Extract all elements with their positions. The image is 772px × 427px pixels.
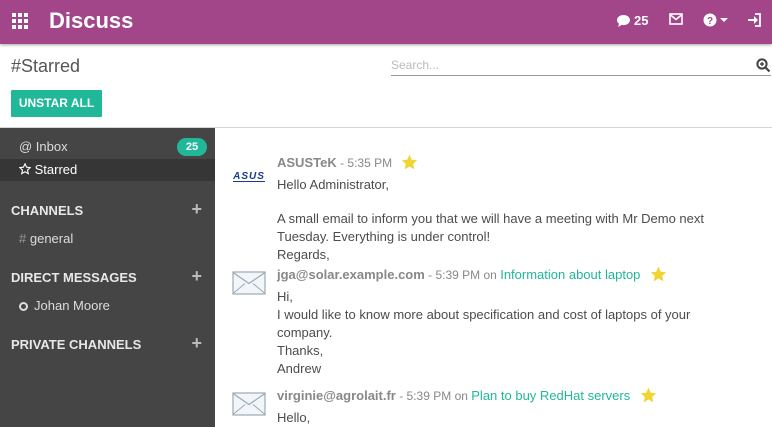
question-circle-icon: ?: [703, 13, 717, 27]
sidebar-item-starred[interactable]: Starred: [0, 159, 215, 181]
presence-status-icon: [19, 302, 28, 311]
message-counter: 25: [634, 13, 649, 28]
star-icon[interactable]: [640, 387, 657, 403]
mail-button[interactable]: [669, 13, 683, 25]
message-line: Hi,: [277, 289, 293, 304]
help-menu[interactable]: ?: [703, 13, 728, 27]
direct-messages-header[interactable]: DIRECT MESSAGES: [11, 270, 137, 285]
add-direct-message-icon[interactable]: +: [191, 267, 202, 285]
message-line: Regards,: [277, 247, 330, 262]
message-body: Hello Administrator, A small email to in…: [277, 176, 747, 264]
svg-text:ASUS: ASUS: [232, 171, 265, 182]
message-line: A small email to inform you that we will…: [277, 211, 705, 226]
star-outline-icon: [18, 162, 32, 175]
channels-header[interactable]: CHANNELS: [11, 203, 83, 218]
sidebar-item-label: general: [29, 231, 74, 246]
apps-menu-icon[interactable]: [12, 13, 29, 30]
sidebar-item-label: Johan Moore: [34, 298, 110, 313]
message-thread: ASUS ASUSTeK - 5:35 PM Hello Administrat…: [215, 128, 772, 427]
comments-icon: [617, 14, 630, 27]
star-icon[interactable]: [650, 266, 667, 282]
message-record-link[interactable]: Plan to buy RedHat servers: [471, 388, 630, 403]
sidebar-item-label: @ Inbox: [19, 139, 68, 154]
message-line: Tuesday. Everything is under control!: [277, 229, 491, 244]
envelope-icon: [669, 13, 683, 25]
sidebar-item-general[interactable]: # general: [19, 231, 73, 246]
message-date: - 5:39 PM on: [399, 389, 468, 403]
message-date: - 5:39 PM on: [428, 268, 497, 282]
message-line: Hello,: [277, 410, 311, 425]
envelope-avatar-icon[interactable]: [232, 390, 266, 418]
message-header: jga@solar.example.com - 5:39 PM on Infor…: [277, 266, 667, 282]
add-channel-icon[interactable]: +: [191, 200, 202, 218]
unstar-all-button[interactable]: UNSTAR ALL: [11, 90, 102, 117]
app-title[interactable]: Discuss: [49, 8, 133, 34]
search-icon[interactable]: [756, 58, 771, 73]
message-line: Hello Administrator,: [277, 177, 389, 192]
inbox-counter-badge: 25: [177, 138, 207, 156]
search-input[interactable]: [391, 56, 741, 74]
sidebar-item-inbox[interactable]: @ Inbox 25: [0, 136, 215, 158]
message-line: Thanks,: [277, 343, 324, 358]
sidebar-item-label: Starred: [34, 162, 78, 177]
star-icon[interactable]: [401, 154, 418, 170]
message-line: I would like to know more about specific…: [277, 307, 691, 322]
message-author[interactable]: ASUSTeK: [277, 155, 337, 170]
add-private-channel-icon[interactable]: +: [191, 334, 202, 352]
message-header: ASUSTeK - 5:35 PM: [277, 154, 418, 170]
message-record-link[interactable]: Information about laptop: [500, 267, 640, 282]
message-line: Andrew: [277, 361, 322, 376]
message-author[interactable]: jga@solar.example.com: [277, 267, 425, 282]
asus-logo-avatar[interactable]: ASUS: [232, 162, 266, 190]
logout-button[interactable]: [747, 13, 761, 27]
hash-icon: #: [19, 231, 27, 246]
search-bar: [391, 56, 771, 76]
message-date: - 5:35 PM: [340, 156, 393, 170]
discuss-sidebar: @ Inbox 25 Starred CHANNELS + # general …: [0, 128, 215, 427]
message-line: company.: [277, 325, 333, 340]
private-channels-header[interactable]: PRIVATE CHANNELS: [11, 337, 141, 352]
message-author[interactable]: virginie@agrolait.fr: [277, 388, 396, 403]
envelope-avatar-icon[interactable]: [232, 269, 266, 297]
sign-in-icon: [748, 13, 761, 27]
message-body: Hi, I would like to know more about spec…: [277, 288, 747, 378]
page-title: #Starred: [11, 56, 81, 76]
sidebar-item-johan-moore[interactable]: Johan Moore: [19, 298, 110, 313]
caret-down-icon: [720, 18, 728, 22]
messaging-menu[interactable]: 25: [616, 13, 648, 28]
message-line: [277, 194, 747, 210]
message-header: virginie@agrolait.fr - 5:39 PM on Plan t…: [277, 387, 657, 403]
svg-text:?: ?: [707, 16, 713, 27]
main-navbar: Discuss 25 ?: [0, 0, 772, 44]
message-body: Hello,: [277, 409, 747, 427]
